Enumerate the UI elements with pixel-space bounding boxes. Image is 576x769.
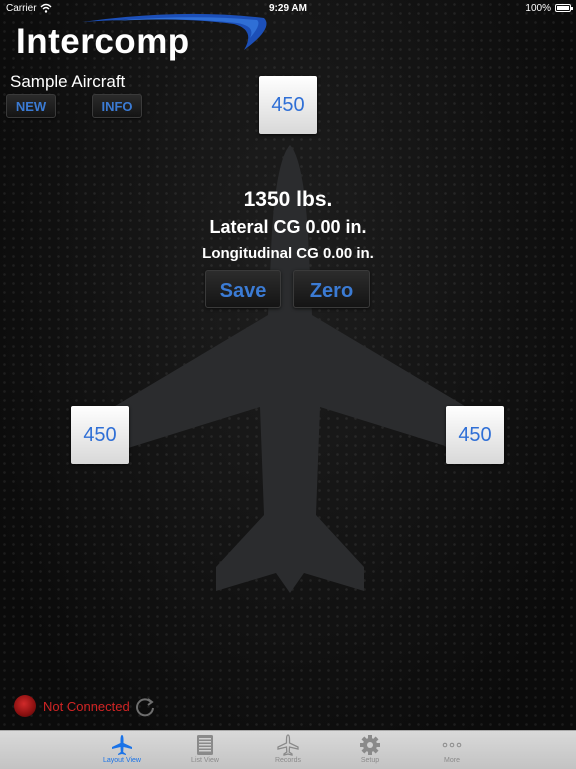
- tab-list-view[interactable]: List View: [165, 731, 245, 769]
- battery-icon: [555, 4, 573, 12]
- tab-bar: Layout View List View Records Setup More: [0, 730, 576, 769]
- airplane-icon: [112, 735, 132, 755]
- tab-setup[interactable]: Setup: [330, 731, 410, 769]
- zero-button[interactable]: Zero: [293, 270, 370, 308]
- longitudinal-cg: Longitudinal CG 0.00 in.: [202, 245, 374, 262]
- intercomp-logo: Intercomp: [12, 12, 268, 64]
- aircraft-name: Sample Aircraft: [10, 72, 126, 91]
- battery-percent: 100%: [525, 3, 551, 14]
- tab-more[interactable]: More: [412, 731, 492, 769]
- info-button[interactable]: INFO: [92, 94, 142, 118]
- list-icon: [197, 735, 213, 755]
- new-button[interactable]: NEW: [6, 94, 56, 118]
- tab-label: List View: [191, 757, 219, 764]
- tab-label: Setup: [360, 757, 380, 764]
- save-button[interactable]: Save: [205, 270, 281, 308]
- connection-indicator-icon: [14, 695, 36, 717]
- connection-status-text: Not Connected: [43, 699, 130, 714]
- refresh-icon[interactable]: [134, 696, 156, 718]
- tab-label: Layout View: [102, 757, 141, 764]
- lateral-cg: Lateral CG 0.00 in.: [209, 217, 367, 237]
- tab-label: Records: [274, 757, 302, 764]
- nose-scale-reading[interactable]: 450: [259, 76, 317, 134]
- tab-records[interactable]: Records: [248, 731, 328, 769]
- right-scale-reading[interactable]: 450: [446, 406, 504, 464]
- total-weight: 1350 lbs.: [243, 188, 333, 211]
- records-airplane-icon: [277, 734, 299, 756]
- more-icon: [442, 742, 462, 748]
- left-scale-reading[interactable]: 450: [71, 406, 129, 464]
- airplane-silhouette: [80, 145, 500, 593]
- tab-layout-view[interactable]: Layout View: [82, 731, 162, 769]
- tab-label: More: [444, 757, 460, 764]
- logo-text: Intercomp: [16, 22, 190, 61]
- gear-icon: [360, 735, 380, 755]
